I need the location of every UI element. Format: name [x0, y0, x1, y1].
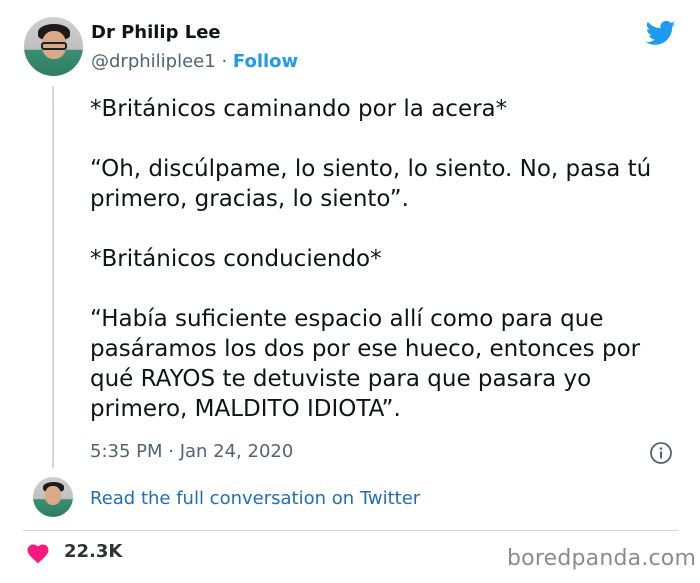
author-handle-line: @drphiliplee1 · Follow	[91, 51, 298, 72]
watermark: boredpanda.com	[507, 546, 697, 571]
author-avatar[interactable]	[24, 17, 83, 76]
thread-line	[52, 86, 54, 468]
avatar-face	[45, 486, 61, 505]
heart-icon[interactable]	[27, 544, 49, 564]
avatar-glasses	[41, 42, 67, 50]
read-conversation-link[interactable]: Read the full conversation on Twitter	[90, 488, 420, 509]
twitter-bird-icon[interactable]	[644, 18, 678, 48]
tweet-timestamp[interactable]: 5:35 PM · Jan 24, 2020	[90, 441, 293, 462]
follow-button[interactable]: Follow	[233, 51, 298, 72]
author-name[interactable]: Dr Philip Lee	[91, 22, 221, 43]
author-handle[interactable]: @drphiliplee1	[91, 51, 216, 72]
tweet-paragraph: “Había suficiente espacio allí como para…	[90, 306, 641, 422]
divider	[23, 530, 678, 531]
tweet-paragraph: *Británicos caminando por la acera*	[90, 96, 508, 122]
handle-separator: ·	[221, 51, 228, 72]
reply-avatar[interactable]	[33, 477, 73, 517]
tweet-paragraph: *Británicos conduciendo*	[90, 246, 382, 272]
info-icon[interactable]	[649, 441, 673, 465]
like-count[interactable]: 22.3K	[64, 541, 122, 562]
tweet-paragraph: “Oh, discúlpame, lo siento, lo siento. N…	[90, 156, 652, 212]
tweet-text: *Británicos caminando por la acera* “Oh,…	[90, 94, 680, 454]
